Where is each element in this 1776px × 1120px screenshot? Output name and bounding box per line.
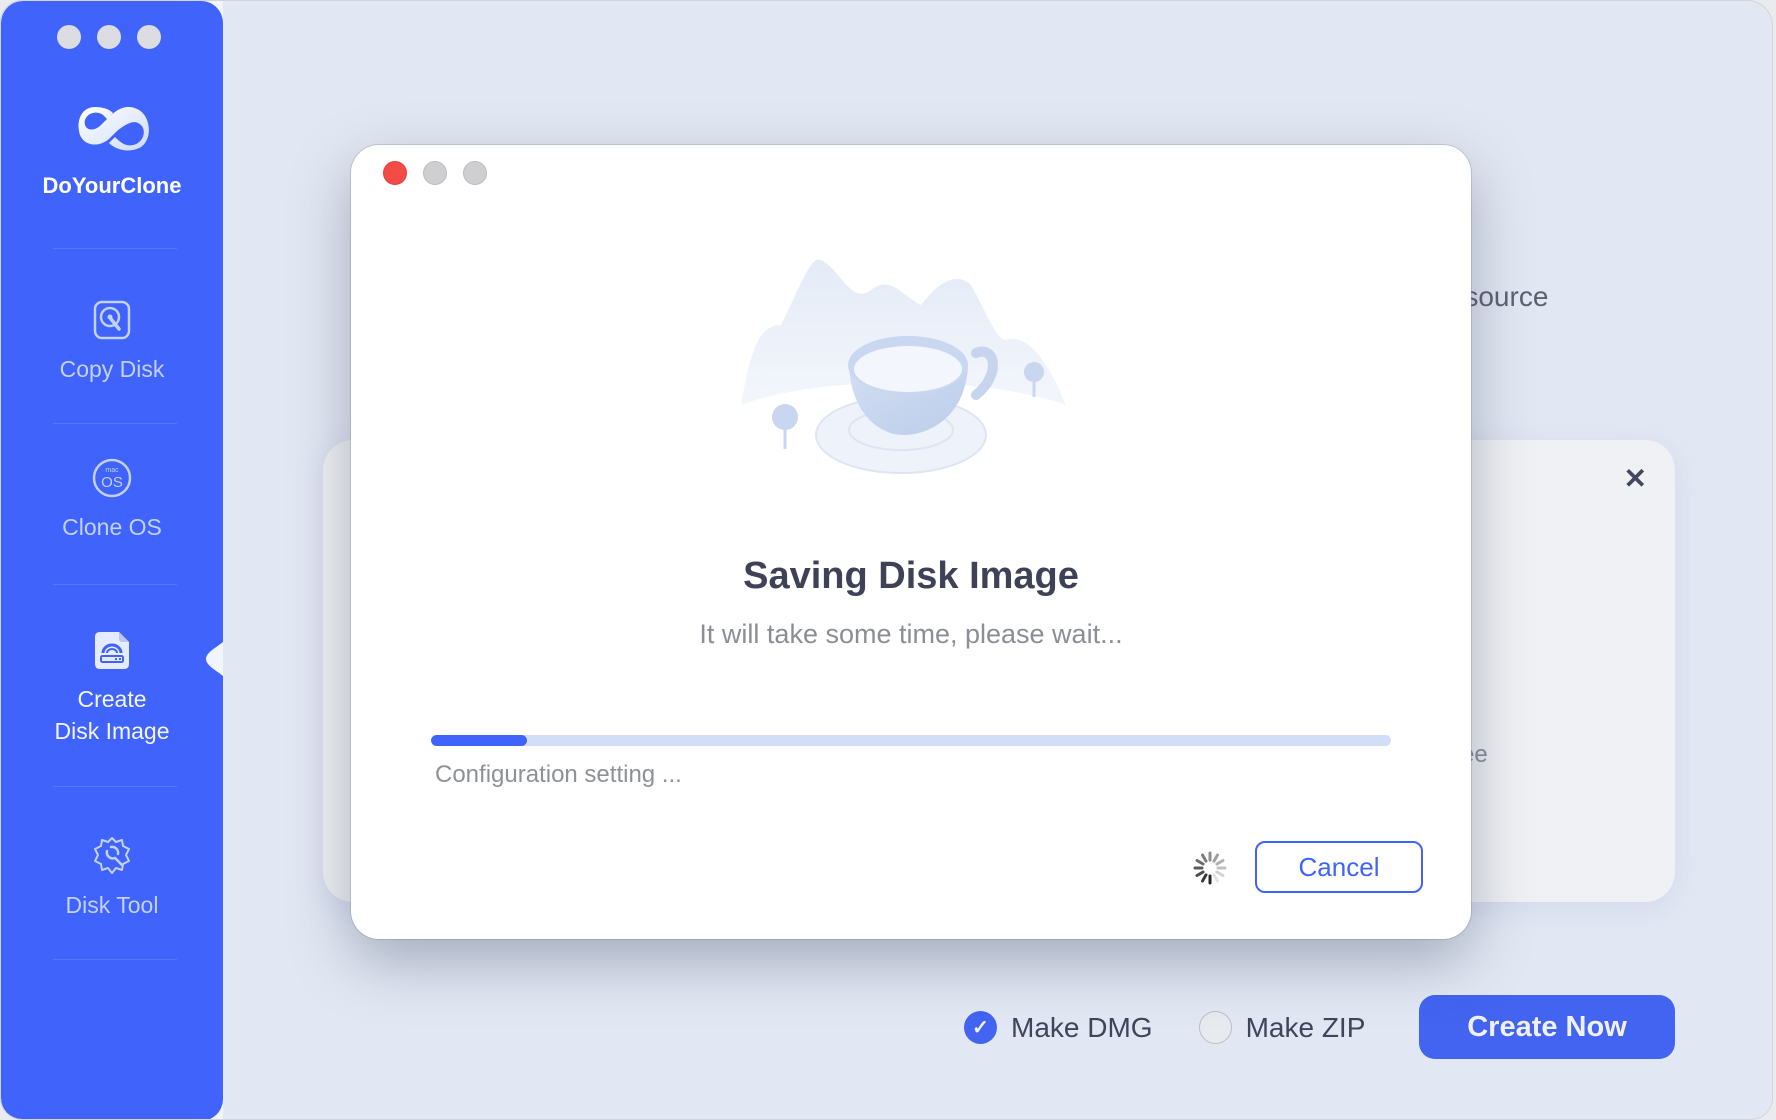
teacup-mountains-illustration [741, 259, 1066, 474]
dialog-minimize-button [423, 161, 447, 185]
make-zip-label: Make ZIP [1245, 1011, 1366, 1043]
app-name: DoYourClone [42, 173, 182, 198]
dialog-window-controls [383, 161, 487, 185]
close-window-button[interactable] [57, 25, 81, 49]
saving-dialog: Saving Disk Image It will take some time… [351, 145, 1471, 939]
check-icon[interactable]: ✓ [964, 1011, 997, 1044]
make-zip-option[interactable]: Make ZIP [1198, 1011, 1366, 1044]
disk-image-file-icon [95, 632, 129, 669]
radio-unchecked-icon[interactable] [1198, 1011, 1232, 1044]
window-controls [57, 25, 161, 49]
nav-divider [53, 248, 177, 249]
sidebar-item-clone-os[interactable]: mac OS Clone OS [1, 457, 223, 543]
spinner-spoke [1195, 859, 1205, 866]
sidebar-item-label: Disk Tool [65, 892, 159, 918]
progress-status: Configuration setting ... [435, 761, 682, 788]
zoom-window-button[interactable] [137, 25, 161, 49]
nav-divider [53, 584, 177, 585]
macos-icon: mac OS [92, 458, 132, 498]
nav-divider [53, 423, 177, 424]
active-item-notch [206, 631, 230, 687]
app-window: e source ✕ ee ✓ Make DMG Make ZIP Create… [0, 0, 1773, 1120]
sidebar-item-create-disk-image[interactable]: Create Disk Image [1, 629, 223, 747]
sidebar-item-label-line2: Disk Image [54, 718, 170, 744]
sidebar-item-label: Copy Disk [59, 356, 165, 382]
cancel-button[interactable]: Cancel [1255, 841, 1423, 893]
format-options: ✓ Make DMG Make ZIP [964, 1011, 1411, 1044]
spinner-spoke [1212, 853, 1219, 863]
dialog-zoom-button [463, 161, 487, 185]
create-now-button[interactable]: Create Now [1419, 995, 1675, 1059]
nav-divider [53, 786, 177, 787]
spinner-spoke [1212, 873, 1219, 883]
sidebar-item-copy-disk[interactable]: Copy Disk [1, 299, 223, 385]
spinner-spoke [1215, 870, 1225, 877]
spinner-spoke [1215, 859, 1225, 866]
svg-text:mac: mac [105, 467, 119, 474]
dialog-close-button[interactable] [383, 161, 407, 185]
sidebar-item-label-line1: Create [77, 686, 147, 712]
svg-text:OS: OS [101, 474, 123, 491]
close-icon[interactable]: ✕ [1624, 462, 1647, 495]
dialog-title: Saving Disk Image [743, 555, 1079, 597]
sidebar-item-label: Clone OS [62, 514, 162, 540]
sidebar-item-disk-tool[interactable]: Disk Tool [1, 835, 223, 921]
make-dmg-option[interactable]: ✓ Make DMG [964, 1011, 1153, 1044]
disk-icon [93, 300, 131, 340]
spinner-spoke [1201, 873, 1208, 883]
gear-wrench-icon [94, 837, 130, 874]
sidebar: DoYourClone Copy Disk mac OS Clone OS Cr… [1, 1, 230, 1119]
spinner-spoke [1195, 870, 1205, 877]
make-dmg-label: Make DMG [1011, 1011, 1153, 1043]
dialog-subtitle: It will take some time, please wait... [699, 619, 1123, 649]
app-logo-icon [78, 106, 149, 151]
progress-bar-fill [431, 735, 527, 746]
minimize-window-button[interactable] [97, 25, 121, 49]
nav-divider [53, 959, 177, 960]
spinner-spoke [1201, 853, 1208, 863]
progress-bar [431, 735, 1391, 746]
loading-spinner-icon [1193, 851, 1227, 885]
